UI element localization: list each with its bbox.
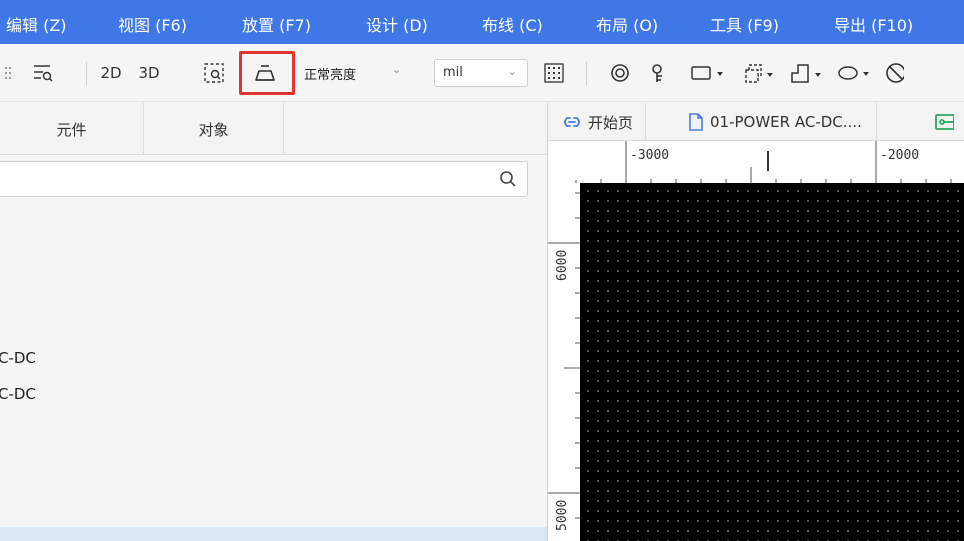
menu-place[interactable]: 放置 (F7) <box>242 12 311 36</box>
menu-edit[interactable]: 编辑 (Z) <box>6 12 67 36</box>
ruler-top-label: -3000 <box>630 148 670 163</box>
via-icon[interactable] <box>606 60 634 86</box>
link-icon <box>564 117 580 127</box>
brightness-select[interactable]: 正常亮度 <box>304 64 356 83</box>
zoom-area-icon[interactable] <box>200 60 228 86</box>
arc-tool-icon[interactable] <box>880 60 906 86</box>
polygon-tool-icon[interactable] <box>786 60 828 86</box>
menu-route[interactable]: 布线 (C) <box>482 12 543 36</box>
menubar: 编辑 (Z) 视图 (F6) 放置 (F7) 设计 (D) 布线 (C) 布局 … <box>0 0 964 44</box>
ellipse-tool-icon[interactable] <box>834 60 876 86</box>
tab-components[interactable]: 元件 <box>0 103 144 155</box>
tab-start-page-label: 开始页 <box>588 113 634 132</box>
list-item[interactable]: C-DC <box>0 385 36 403</box>
ruler-top: -3000 -2000 <box>548 141 964 183</box>
pcb-icon <box>935 114 954 130</box>
view-2d-button[interactable]: 2D <box>96 60 126 86</box>
region-tool-icon[interactable] <box>738 60 780 86</box>
ruler-left: 6000 5000 <box>548 183 580 541</box>
tab-pcb-file-label: 01-POWER AC-DC.... <box>710 113 862 131</box>
ruler-left-label: 6000 <box>555 249 570 281</box>
panel-tab-row: 元件 对象 <box>0 103 547 155</box>
view-3d-button[interactable]: 3D <box>134 60 164 86</box>
menu-design[interactable]: 设计 (D) <box>366 12 428 36</box>
file-icon <box>689 113 703 131</box>
chevron-down-icon: ⌄ <box>507 65 517 78</box>
menu-export[interactable]: 导出 (F10) <box>834 12 913 36</box>
probe-icon[interactable] <box>646 60 674 86</box>
chevron-down-icon: ⌄ <box>392 63 402 76</box>
menu-view[interactable]: 视图 (F6) <box>118 12 187 36</box>
left-panel: 元件 对象 C-DC C-DC <box>0 103 547 541</box>
list-search-icon[interactable] <box>30 60 56 86</box>
search-icon[interactable] <box>499 170 517 192</box>
grid-icon[interactable] <box>540 60 568 86</box>
tab-start-page[interactable]: 开始页 <box>562 103 647 141</box>
tab-pcb-preview[interactable] <box>934 103 960 141</box>
ruler-left-label: 5000 <box>555 499 570 531</box>
tab-objects[interactable]: 对象 <box>144 103 284 155</box>
highlight-box <box>239 51 295 95</box>
tab-pcb-file[interactable]: 01-POWER AC-DC.... <box>684 103 877 141</box>
unit-select[interactable]: mil ⌄ <box>434 59 528 87</box>
document-tabs: 开始页 01-POWER AC-DC.... <box>548 103 964 141</box>
grip-icon <box>2 60 14 86</box>
selected-row[interactable] <box>0 527 547 541</box>
search-input[interactable] <box>0 161 528 197</box>
pcb-canvas[interactable] <box>580 183 964 541</box>
menu-layout[interactable]: 布局 (O) <box>596 12 658 36</box>
menu-tools[interactable]: 工具 (F9) <box>710 12 779 36</box>
ruler-top-label: -2000 <box>880 148 920 163</box>
unit-value: mil <box>443 65 463 80</box>
rect-tool-icon[interactable] <box>688 60 730 86</box>
list-item[interactable]: C-DC <box>0 349 36 367</box>
